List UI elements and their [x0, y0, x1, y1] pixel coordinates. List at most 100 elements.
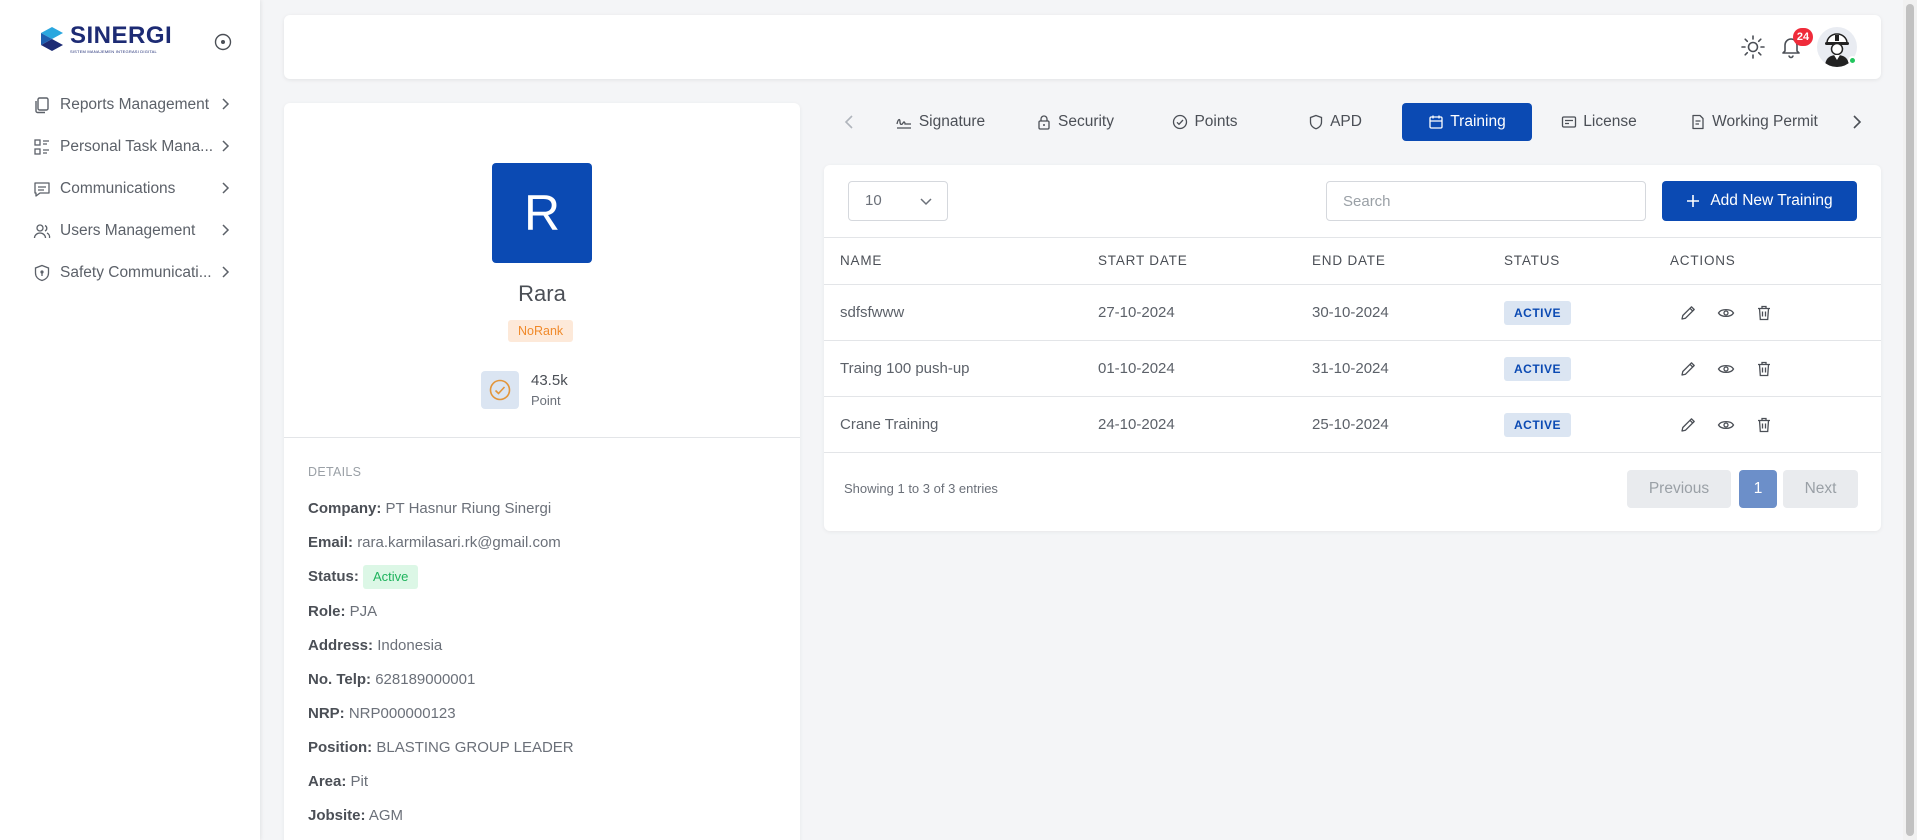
chevron-right-icon: [222, 266, 230, 278]
training-table-card: 10 Add New Training NAME START DATE END …: [824, 165, 1881, 531]
cell-start-date: 27-10-2024: [1098, 304, 1175, 321]
status-badge: ACTIVE: [1504, 357, 1572, 381]
view-icon[interactable]: [1715, 302, 1737, 324]
tabs-prev-icon[interactable]: [840, 112, 860, 132]
status-badge: Active: [363, 565, 419, 589]
tab-training[interactable]: Training: [1402, 103, 1532, 141]
previous-page-button[interactable]: Previous: [1627, 470, 1731, 508]
cell-end-date: 25-10-2024: [1312, 416, 1389, 433]
online-status-dot: [1848, 56, 1857, 65]
page-size-select[interactable]: 10: [848, 181, 948, 221]
chevron-right-icon: [222, 224, 230, 236]
detail-nrp: NRP: NRP000000123: [308, 702, 456, 726]
column-header[interactable]: START DATE: [1098, 238, 1188, 284]
users-icon: [32, 221, 52, 241]
profile-card: R Rara NoRank 43.5k Point DETAILS Compan…: [284, 103, 800, 840]
chevron-right-icon: [222, 182, 230, 194]
tab-label: License: [1583, 113, 1637, 130]
sidebar-item-safety-communication[interactable]: Safety Communicati...: [0, 252, 260, 294]
points-value: 43.5k: [531, 372, 568, 389]
column-header[interactable]: STATUS: [1504, 238, 1560, 284]
detail-value: Pit: [350, 773, 369, 790]
edit-icon[interactable]: [1677, 302, 1699, 324]
detail-company: Company: PT Hasnur Riung Sinergi: [308, 497, 551, 521]
sun-icon[interactable]: [1740, 34, 1766, 60]
sidebar-toggle-icon[interactable]: [213, 32, 233, 52]
detail-status: Status: Active: [308, 565, 419, 589]
search-input[interactable]: [1326, 181, 1646, 221]
tab-label: Training: [1450, 113, 1506, 130]
logo-mark-icon: [41, 27, 63, 51]
detail-position: Position: BLASTING GROUP LEADER: [308, 736, 574, 760]
status-badge: ACTIVE: [1504, 301, 1572, 325]
next-page-button[interactable]: Next: [1783, 470, 1858, 508]
column-header[interactable]: END DATE: [1312, 238, 1386, 284]
detail-label: Area:: [308, 773, 347, 790]
view-icon[interactable]: [1715, 358, 1737, 380]
message-icon: [32, 179, 52, 199]
cell-start-date: 01-10-2024: [1098, 360, 1175, 377]
detail-label: Position:: [308, 739, 373, 756]
cell-name: Crane Training: [840, 416, 939, 433]
sidebar-item-label: Safety Communicati...: [60, 264, 212, 281]
entries-info: Showing 1 to 3 of 3 entries: [844, 481, 998, 496]
chevron-down-icon: [920, 198, 932, 206]
tab-working-permit[interactable]: Working Permit: [1674, 103, 1834, 141]
brand-name: SINERGI: [70, 22, 173, 49]
sidebar-item-reports[interactable]: Reports Management: [0, 84, 260, 126]
scrollbar-thumb[interactable]: [1906, 4, 1914, 836]
detail-label: No. Telp:: [308, 671, 372, 688]
detail-address: Address: Indonesia: [308, 634, 442, 658]
check-circle-icon: [481, 371, 519, 409]
sidebar-nav: Reports Management Personal Task Mana...…: [0, 84, 260, 294]
cell-name: sdfsfwww: [840, 304, 905, 321]
add-new-training-button[interactable]: Add New Training: [1662, 181, 1857, 221]
signature-icon: [896, 118, 911, 129]
tab-points[interactable]: Points: [1140, 103, 1270, 141]
detail-value: NRP000000123: [348, 705, 456, 722]
cell-end-date: 30-10-2024: [1312, 304, 1389, 321]
sidebar-item-users[interactable]: Users Management: [0, 210, 260, 252]
sidebar-item-communications[interactable]: Communications: [0, 168, 260, 210]
detail-value: PJA: [349, 603, 378, 620]
detail-area: Area: Pit: [308, 770, 368, 794]
tabs-next-icon[interactable]: [1846, 112, 1866, 132]
edit-icon[interactable]: [1677, 358, 1699, 380]
details-title: DETAILS: [308, 465, 362, 479]
tab-security[interactable]: Security: [1010, 103, 1140, 141]
detail-label: Email:: [308, 534, 354, 551]
tab-label: APD: [1330, 113, 1362, 130]
chevron-right-icon: [222, 98, 230, 110]
page-size-value: 10: [865, 192, 882, 209]
column-header: ACTIONS: [1670, 253, 1736, 268]
view-icon[interactable]: [1715, 414, 1737, 436]
detail-role: Role: PJA: [308, 600, 377, 624]
detail-value: BLASTING GROUP LEADER: [376, 739, 574, 756]
detail-jobsite: Jobsite: AGM: [308, 804, 403, 828]
detail-email: Email: rara.karmilasari.rk@gmail.com: [308, 531, 561, 555]
table-row: Crane Training 24-10-2024 25-10-2024 ACT…: [824, 397, 1881, 453]
delete-icon[interactable]: [1753, 414, 1775, 436]
page-number-button[interactable]: 1: [1739, 470, 1777, 508]
table-header: NAME START DATE END DATE STATUS ACTIONS: [824, 237, 1881, 285]
tab-signature[interactable]: Signature: [870, 103, 1010, 141]
task-list-icon: [32, 137, 52, 157]
tab-license[interactable]: License: [1534, 103, 1664, 141]
edit-icon[interactable]: [1677, 414, 1699, 436]
cell-end-date: 31-10-2024: [1312, 360, 1389, 377]
detail-label: Address:: [308, 637, 374, 654]
detail-value: AGM: [368, 807, 404, 824]
cell-name: Traing 100 push-up: [840, 360, 970, 377]
permit-icon: [1692, 114, 1704, 130]
sidebar: SINERGI SISTEM MANAJEMEN INTEGRASI DIGIT…: [0, 0, 260, 840]
column-header[interactable]: NAME: [840, 238, 882, 284]
tab-apd[interactable]: APD: [1270, 103, 1400, 141]
delete-icon[interactable]: [1753, 358, 1775, 380]
cell-start-date: 24-10-2024: [1098, 416, 1175, 433]
points-label: Point: [531, 393, 561, 408]
brand-logo[interactable]: SINERGI SISTEM MANAJEMEN INTEGRASI DIGIT…: [40, 24, 172, 54]
delete-icon[interactable]: [1753, 302, 1775, 324]
table-row: sdfsfwww 27-10-2024 30-10-2024 ACTIVE: [824, 285, 1881, 341]
sidebar-item-personal-task[interactable]: Personal Task Mana...: [0, 126, 260, 168]
documents-icon: [32, 95, 52, 115]
